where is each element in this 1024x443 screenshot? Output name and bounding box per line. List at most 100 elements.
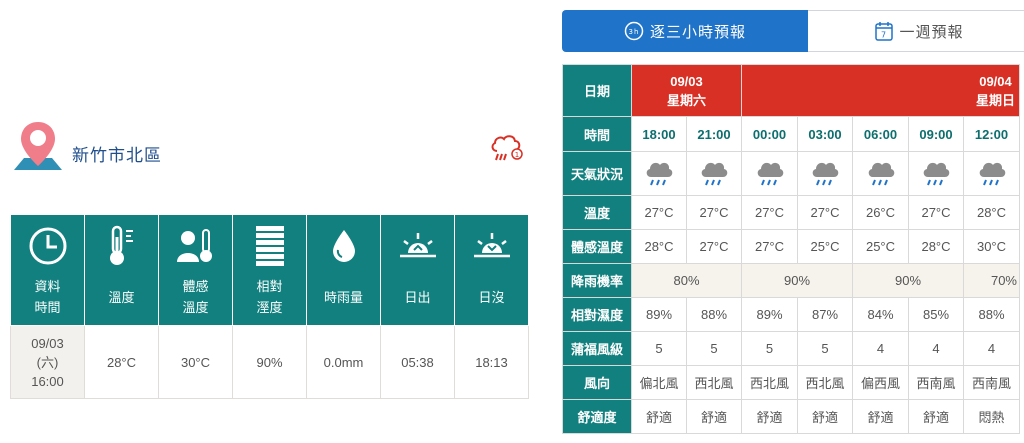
time-cell: 03:00	[797, 116, 853, 152]
feel-cell: 27°C	[686, 229, 742, 264]
weather-cell	[686, 151, 742, 196]
current-header-row: 資料 時間 溫度 體感 溫度 相對 溼度 時雨量 日出 日沒	[10, 214, 529, 326]
forecast-wind-dir-row: 風向 偏北風 西北風 西北風 西北風 偏西風 西南風 西南風	[562, 365, 1020, 400]
forecast-feel-row: 體感溫度 28°C 27°C 27°C 25°C 25°C 28°C 30°C	[562, 229, 1020, 264]
current-observation-table: 資料 時間 溫度 體感 溫度 相對 溼度 時雨量 日出 日沒 09/03 (六) 16:0…	[10, 214, 529, 399]
map-pin-icon	[14, 122, 62, 170]
comfort-cell: 舒適	[797, 399, 853, 434]
time-cell: 18:00	[631, 116, 687, 152]
weather-cell	[741, 151, 798, 196]
person-thermometer-icon	[176, 229, 212, 262]
time-cell: 12:00	[963, 116, 1020, 152]
three-hour-forecast-table: 日期 09/03 星期六 09/04 星期日 時間 18:00 21:00 00:0…	[562, 64, 1020, 434]
weather-cell	[631, 151, 687, 196]
temp-cell: 27°C	[797, 195, 853, 230]
wind-dir-cell: 西南風	[908, 365, 964, 400]
obs-sunset-cell: 18:13	[454, 325, 529, 399]
feel-cell: 30°C	[963, 229, 1020, 264]
rain-cloud-icon	[757, 162, 783, 185]
forecast-wind-scale-row: 蒲福風級 5 5 5 5 4 4 4	[562, 331, 1020, 366]
time-cell: 00:00	[741, 116, 798, 152]
humidity-cell: 88%	[686, 297, 742, 332]
header-feel: 體感 溫度	[158, 214, 233, 326]
calendar-7-icon: 7	[875, 22, 894, 41]
svg-text:7: 7	[881, 31, 887, 40]
comfort-cell: 舒適	[741, 399, 798, 434]
forecast-comfort-row: 舒適度 舒適 舒適 舒適 舒適 舒適 舒適 悶熱	[562, 399, 1020, 434]
header-sunset: 日沒	[454, 214, 529, 326]
humidity-cell: 87%	[797, 297, 853, 332]
row-label-date: 日期	[562, 64, 632, 117]
thermometer-icon	[109, 225, 133, 265]
forecast-temp-row: 溫度 27°C 27°C 27°C 27°C 26°C 27°C 28°C	[562, 195, 1020, 230]
obs-sunrise-cell: 05:38	[380, 325, 455, 399]
temp-cell: 26°C	[852, 195, 909, 230]
date-cell: 09/03 星期六	[631, 64, 742, 117]
rain-cloud-icon	[923, 162, 950, 185]
rain-probability-cell: 70%	[963, 263, 1020, 298]
forecast-rain-row: 降雨機率 80% 90% 90% 70%	[562, 263, 1020, 298]
wind-dir-cell: 偏西風	[852, 365, 909, 400]
comfort-cell: 舒適	[631, 399, 687, 434]
rain-cloud-icon	[701, 162, 728, 185]
temp-cell: 27°C	[631, 195, 687, 230]
header-humidity: 相對 溼度	[232, 214, 307, 326]
weather-cell	[797, 151, 853, 196]
humidity-cell: 84%	[852, 297, 909, 332]
row-label-weather: 天氣狀況	[562, 151, 632, 196]
clock-icon	[29, 227, 66, 265]
forecast-tabs: 3h 逐三小時預報 7 一週預報	[562, 10, 1024, 52]
3h-clock-icon: 3h	[624, 21, 644, 41]
weather-cell	[963, 151, 1020, 196]
humidity-cell: 85%	[908, 297, 964, 332]
rain-cloud-icon	[868, 162, 894, 185]
rain-cloud-icon	[812, 162, 839, 185]
rain-cloud-icon	[979, 162, 1005, 185]
svg-text:1: 1	[515, 151, 519, 159]
heavy-rain-alert-icon[interactable]: 1	[489, 133, 525, 165]
row-label-temp: 溫度	[562, 195, 632, 230]
header-sunrise: 日出	[380, 214, 455, 326]
header-time: 資料 時間	[10, 214, 85, 326]
obs-time-cell: 09/03 (六) 16:00	[10, 325, 85, 399]
header-temp: 溫度	[84, 214, 159, 326]
header-rain: 時雨量	[306, 214, 381, 326]
row-label-time: 時間	[562, 116, 632, 152]
tab-weekly-forecast[interactable]: 7 一週預報	[808, 10, 1024, 52]
row-label-humidity: 相對濕度	[562, 297, 632, 332]
rain-probability-cell: 80%	[631, 263, 742, 298]
svg-text:3h: 3h	[629, 28, 640, 36]
wind-scale-cell: 5	[631, 331, 687, 366]
feel-cell: 27°C	[741, 229, 798, 264]
forecast-time-row: 時間 18:00 21:00 00:00 03:00 06:00 09:00 1…	[562, 116, 1020, 152]
obs-rain-cell: 0.0mm	[306, 325, 381, 399]
sunset-icon	[473, 233, 510, 258]
humidity-cell: 89%	[631, 297, 687, 332]
time-cell: 09:00	[908, 116, 964, 152]
forecast-date-row: 日期 09/03 星期六 09/04 星期日	[562, 64, 1020, 117]
wind-dir-cell: 西北風	[741, 365, 798, 400]
wind-scale-cell: 4	[908, 331, 964, 366]
temp-cell: 27°C	[686, 195, 742, 230]
feel-cell: 25°C	[797, 229, 853, 264]
obs-humidity-cell: 90%	[232, 325, 307, 399]
sunrise-icon	[399, 233, 436, 258]
humidity-cell: 89%	[741, 297, 798, 332]
row-label-wind-scale: 蒲福風級	[562, 331, 632, 366]
rain-probability-cell: 90%	[741, 263, 853, 298]
location-name: 新竹市北區	[72, 145, 162, 165]
location-header: 新竹市北區	[10, 118, 162, 174]
row-label-comfort: 舒適度	[562, 399, 632, 434]
comfort-cell: 舒適	[852, 399, 909, 434]
wind-scale-cell: 5	[797, 331, 853, 366]
wind-dir-cell: 西北風	[797, 365, 853, 400]
feel-cell: 28°C	[908, 229, 964, 264]
weather-cell	[852, 151, 909, 196]
wind-dir-cell: 西南風	[963, 365, 1020, 400]
temp-cell: 27°C	[908, 195, 964, 230]
wind-scale-cell: 5	[741, 331, 798, 366]
wind-scale-cell: 4	[852, 331, 909, 366]
tab-3hour-forecast[interactable]: 3h 逐三小時預報	[562, 10, 808, 52]
temp-cell: 27°C	[741, 195, 798, 230]
comfort-cell: 悶熱	[963, 399, 1020, 434]
